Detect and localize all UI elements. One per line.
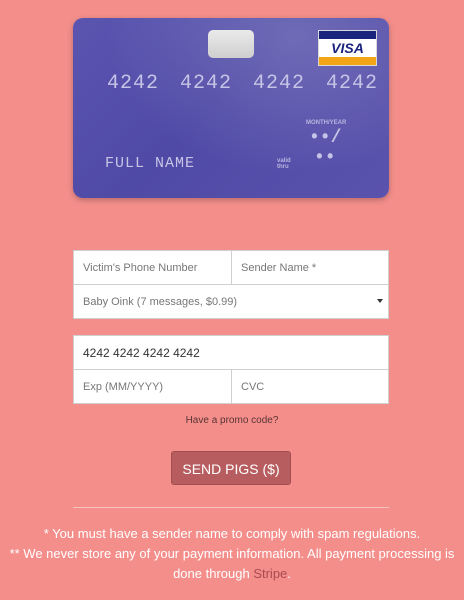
- caret-down-icon: [377, 299, 383, 303]
- send-pigs-button[interactable]: SEND PIGS ($): [171, 451, 291, 485]
- visa-logo-icon: VISA: [318, 30, 377, 66]
- card-number-display: 4242 4242 4242 4242: [107, 72, 379, 95]
- payment-notice: ** We never store any of your payment in…: [9, 546, 455, 561]
- cardholder-name-display: FULL NAME: [105, 155, 196, 172]
- stripe-notice: done through Stripe.: [0, 566, 464, 581]
- cvc-input[interactable]: CVC: [231, 369, 389, 404]
- promo-code-link[interactable]: Have a promo code?: [0, 415, 464, 426]
- sender-name-placeholder: Sender Name *: [241, 261, 317, 274]
- victim-phone-input[interactable]: Victim's Phone Number: [73, 250, 232, 285]
- card-number-input[interactable]: 4242 4242 4242 4242: [73, 335, 389, 370]
- stripe-notice-prefix: done through: [173, 566, 254, 581]
- card-brand: VISA: [331, 40, 364, 56]
- month-year-label: MONTH/YEAR: [306, 120, 347, 126]
- package-select[interactable]: Baby Oink (7 messages, $0.99): [73, 284, 389, 319]
- spam-notice: * You must have a sender name to comply …: [43, 526, 421, 541]
- card-number-value: 4242 4242 4242 4242: [83, 345, 200, 360]
- expiry-display-year: ••: [314, 148, 336, 168]
- victim-phone-placeholder: Victim's Phone Number: [83, 261, 198, 274]
- expiry-display: ••/: [309, 128, 342, 148]
- valid-thru-label: valid thru: [277, 158, 291, 170]
- expiry-input[interactable]: Exp (MM/YYYY): [73, 369, 232, 404]
- stripe-notice-suffix: .: [287, 566, 291, 581]
- expiry-placeholder: Exp (MM/YYYY): [83, 380, 164, 393]
- sender-name-input[interactable]: Sender Name *: [231, 250, 389, 285]
- package-selected-value: Baby Oink (7 messages, $0.99): [83, 295, 238, 308]
- cvc-placeholder: CVC: [241, 380, 265, 393]
- stripe-link[interactable]: Stripe: [253, 566, 287, 581]
- credit-card-preview: VISA 4242 4242 4242 4242 MONTH/YEAR ••/ …: [73, 18, 389, 198]
- divider: [73, 507, 389, 508]
- card-chip-icon: [208, 30, 254, 58]
